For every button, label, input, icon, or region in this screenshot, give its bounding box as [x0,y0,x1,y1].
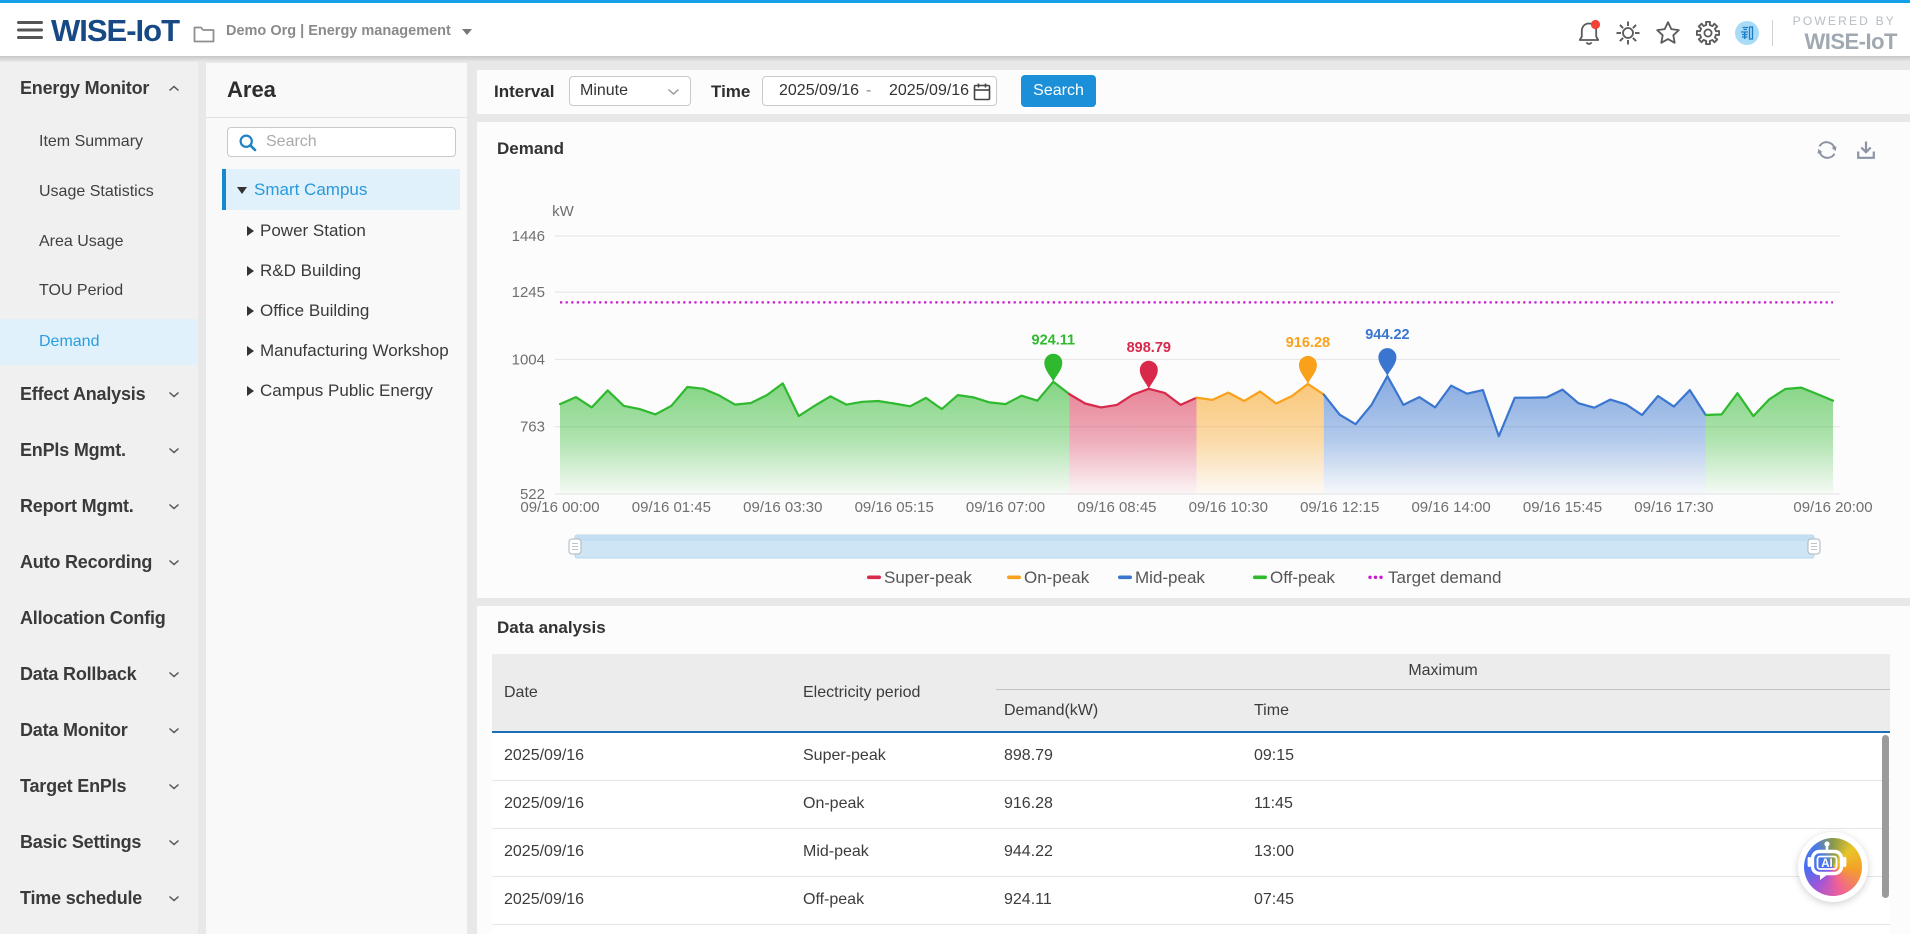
svg-text:09/16 17:30: 09/16 17:30 [1634,499,1713,516]
svg-text:Mid-peak: Mid-peak [1135,568,1205,587]
svg-text:09/16 05:15: 09/16 05:15 [855,499,934,516]
svg-text:898.79: 898.79 [1127,340,1171,356]
svg-text:763: 763 [520,419,545,436]
svg-text:On-peak: On-peak [1024,568,1090,587]
svg-text:09/16 10:30: 09/16 10:30 [1189,499,1268,516]
svg-text:AI: AI [1821,858,1833,870]
svg-text:1004: 1004 [512,351,545,368]
svg-text:09/16 15:45: 09/16 15:45 [1523,499,1602,516]
svg-text:09/16 20:00: 09/16 20:00 [1793,499,1872,516]
svg-text:09/16 03:30: 09/16 03:30 [743,499,822,516]
svg-text:916.28: 916.28 [1286,335,1330,351]
svg-text:09/16 01:45: 09/16 01:45 [632,499,711,516]
svg-text:Off-peak: Off-peak [1270,568,1335,587]
svg-text:1245: 1245 [512,284,545,301]
svg-text:09/16 08:45: 09/16 08:45 [1077,499,1156,516]
svg-text:924.11: 924.11 [1032,333,1076,349]
svg-text:09/16 12:15: 09/16 12:15 [1300,499,1379,516]
svg-text:09/16 00:00: 09/16 00:00 [520,499,599,516]
svg-text:Super-peak: Super-peak [884,568,972,587]
svg-text:Target demand: Target demand [1388,568,1501,587]
svg-text:09/16 14:00: 09/16 14:00 [1411,499,1490,516]
svg-text:944.22: 944.22 [1365,327,1409,343]
svg-text:1446: 1446 [512,228,545,245]
svg-text:09/16 07:00: 09/16 07:00 [966,499,1045,516]
svg-text:kW: kW [552,203,575,220]
